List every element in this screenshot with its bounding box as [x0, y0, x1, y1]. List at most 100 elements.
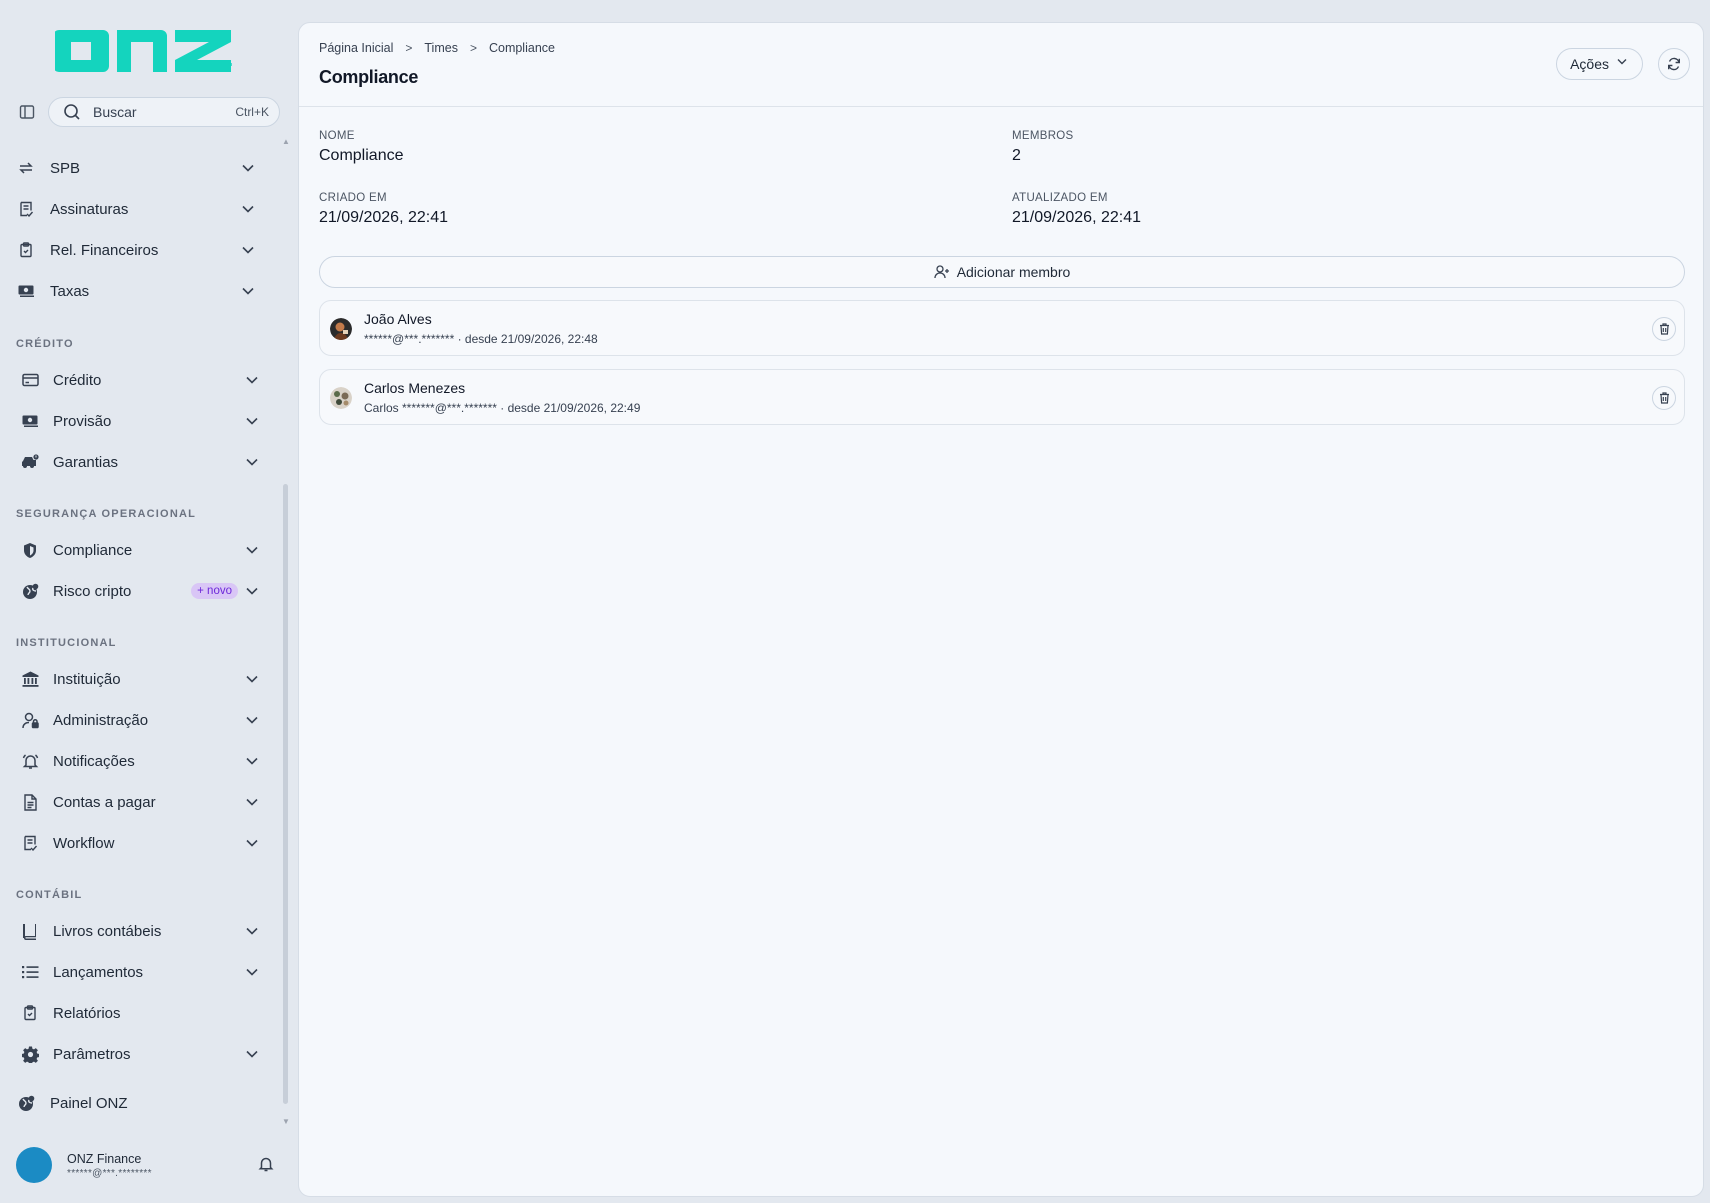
globe-icon — [20, 581, 40, 601]
book-icon — [20, 921, 40, 941]
search-input[interactable]: Buscar Ctrl+K — [48, 97, 280, 127]
chevron-down-icon — [244, 413, 260, 429]
remove-member-button[interactable] — [1652, 317, 1676, 341]
refresh-button[interactable] — [1658, 48, 1690, 80]
document-check-icon — [20, 833, 40, 853]
user-profile[interactable]: ONZ Finance ******@***.******** — [16, 1147, 276, 1183]
search-label: Buscar — [93, 104, 137, 120]
trash-icon — [1659, 392, 1670, 404]
breadcrumb: Página Inicial > Times > Compliance — [319, 41, 555, 55]
sidebar-item-lancamentos[interactable]: Lançamentos — [20, 954, 270, 990]
user-email: ******@***.******** — [67, 1167, 152, 1179]
sidebar-item-assinaturas[interactable]: Assinaturas — [16, 191, 266, 227]
sidebar-item-spb[interactable]: SPB — [16, 150, 266, 186]
document-check-icon — [16, 199, 36, 219]
add-member-button[interactable]: Adicionar membro — [319, 256, 1685, 288]
sidebar: Buscar Ctrl+K ▲ ▼ SPB Assinaturas Rel. F… — [0, 0, 297, 1203]
nome-label: NOME — [319, 130, 355, 142]
scroll-down-arrow[interactable]: ▼ — [282, 1117, 290, 1126]
chevron-down-icon — [244, 794, 260, 810]
member-avatar — [330, 318, 352, 340]
chevron-down-icon — [240, 201, 256, 217]
list-item[interactable]: João Alves ******@***.******* · desde 21… — [319, 300, 1685, 356]
user-name: ONZ Finance — [67, 1151, 142, 1166]
chevron-right-icon: > — [469, 41, 477, 55]
chevron-down-icon — [244, 835, 260, 851]
avatar[interactable] — [16, 1147, 52, 1183]
sidebar-item-workflow[interactable]: Workflow — [20, 825, 270, 861]
money-icon — [16, 281, 36, 301]
criado-em-label: CRIADO EM — [319, 192, 387, 204]
membros-label: MEMBROS — [1012, 130, 1074, 142]
chevron-down-icon — [244, 454, 260, 470]
user-lock-icon — [20, 710, 40, 730]
sidebar-toggle-icon[interactable] — [16, 101, 38, 123]
remove-member-button[interactable] — [1652, 386, 1676, 410]
bell-icon[interactable] — [258, 1156, 276, 1174]
acoes-button[interactable]: Ações — [1556, 48, 1643, 80]
chevron-down-icon — [1617, 58, 1629, 70]
sidebar-item-garantias[interactable]: Garantias — [20, 444, 270, 480]
scroll-up-arrow[interactable]: ▲ — [282, 137, 290, 146]
header-divider — [299, 106, 1703, 107]
onz-logo[interactable] — [53, 22, 235, 74]
file-icon — [20, 792, 40, 812]
member-meta: ******@***.******* · desde 21/09/2026, 2… — [364, 332, 598, 346]
sidebar-item-risco-cripto[interactable]: Risco cripto + novo — [20, 573, 270, 609]
breadcrumb-item[interactable]: Times — [424, 41, 458, 55]
sidebar-item-taxas[interactable]: Taxas — [16, 273, 266, 309]
list-icon — [20, 962, 40, 982]
sidebar-item-instituicao[interactable]: Instituição — [20, 661, 270, 697]
chevron-down-icon — [244, 964, 260, 980]
chevron-down-icon — [240, 283, 256, 299]
sidebar-item-notificacoes[interactable]: Notificações — [20, 743, 270, 779]
member-avatar — [330, 387, 352, 409]
shield-icon — [20, 540, 40, 560]
sidebar-item-contas-a-pagar[interactable]: Contas a pagar — [20, 784, 270, 820]
sidebar-item-provisao[interactable]: Provisão — [20, 403, 270, 439]
atualizado-em-value: 21/09/2026, 22:41 — [1012, 209, 1142, 226]
globe-icon — [16, 1093, 36, 1113]
atualizado-em-label: ATUALIZADO EM — [1012, 192, 1108, 204]
section-seguranca-operacional: SEGURANÇA OPERACIONAL — [16, 508, 197, 520]
nome-value: Compliance — [319, 147, 404, 164]
refresh-icon — [1667, 57, 1681, 71]
chevron-down-icon — [244, 671, 260, 687]
chevron-down-icon — [244, 583, 260, 599]
bank-icon — [20, 669, 40, 689]
sidebar-item-compliance[interactable]: Compliance — [20, 532, 270, 568]
sidebar-item-administracao[interactable]: Administração — [20, 702, 270, 738]
member-meta: Carlos *******@***.******* · desde 21/09… — [364, 401, 641, 415]
sidebar-item-parametros[interactable]: Parâmetros — [20, 1036, 270, 1072]
search-shortcut: Ctrl+K — [235, 105, 269, 119]
sidebar-item-relatorios[interactable]: Relatórios — [20, 995, 270, 1031]
chevron-down-icon — [244, 923, 260, 939]
member-name: João Alves — [364, 311, 432, 327]
gear-icon — [20, 1044, 40, 1064]
main-content: Página Inicial > Times > Compliance Comp… — [298, 22, 1704, 1197]
member-name: Carlos Menezes — [364, 380, 466, 396]
sidebar-item-credito[interactable]: Crédito — [20, 362, 270, 398]
user-plus-icon — [934, 264, 950, 280]
clipboard-icon — [16, 240, 36, 260]
breadcrumb-item[interactable]: Página Inicial — [319, 41, 393, 55]
chevron-down-icon — [244, 753, 260, 769]
sidebar-item-livros-contabeis[interactable]: Livros contábeis — [20, 913, 270, 949]
sidebar-item-painel-onz[interactable]: Painel ONZ — [16, 1085, 266, 1121]
sidebar-item-rel-financeiros[interactable]: Rel. Financeiros — [16, 232, 266, 268]
criado-em-value: 21/09/2026, 22:41 — [319, 209, 449, 226]
chevron-down-icon — [240, 160, 256, 176]
breadcrumb-item[interactable]: Compliance — [489, 41, 555, 55]
list-item[interactable]: Carlos Menezes Carlos *******@***.******… — [319, 369, 1685, 425]
chevron-right-icon: > — [405, 41, 413, 55]
car-alert-icon — [20, 452, 40, 472]
section-contabil: CONTÁBIL — [16, 889, 83, 901]
page-title: Compliance — [319, 67, 419, 87]
clipboard-icon — [20, 1003, 40, 1023]
search-icon — [63, 103, 81, 121]
membros-value: 2 — [1012, 147, 1021, 164]
chevron-down-icon — [244, 1046, 260, 1062]
sidebar-scrollbar[interactable] — [283, 484, 288, 1104]
bell-icon — [20, 751, 40, 771]
card-icon — [20, 370, 40, 390]
